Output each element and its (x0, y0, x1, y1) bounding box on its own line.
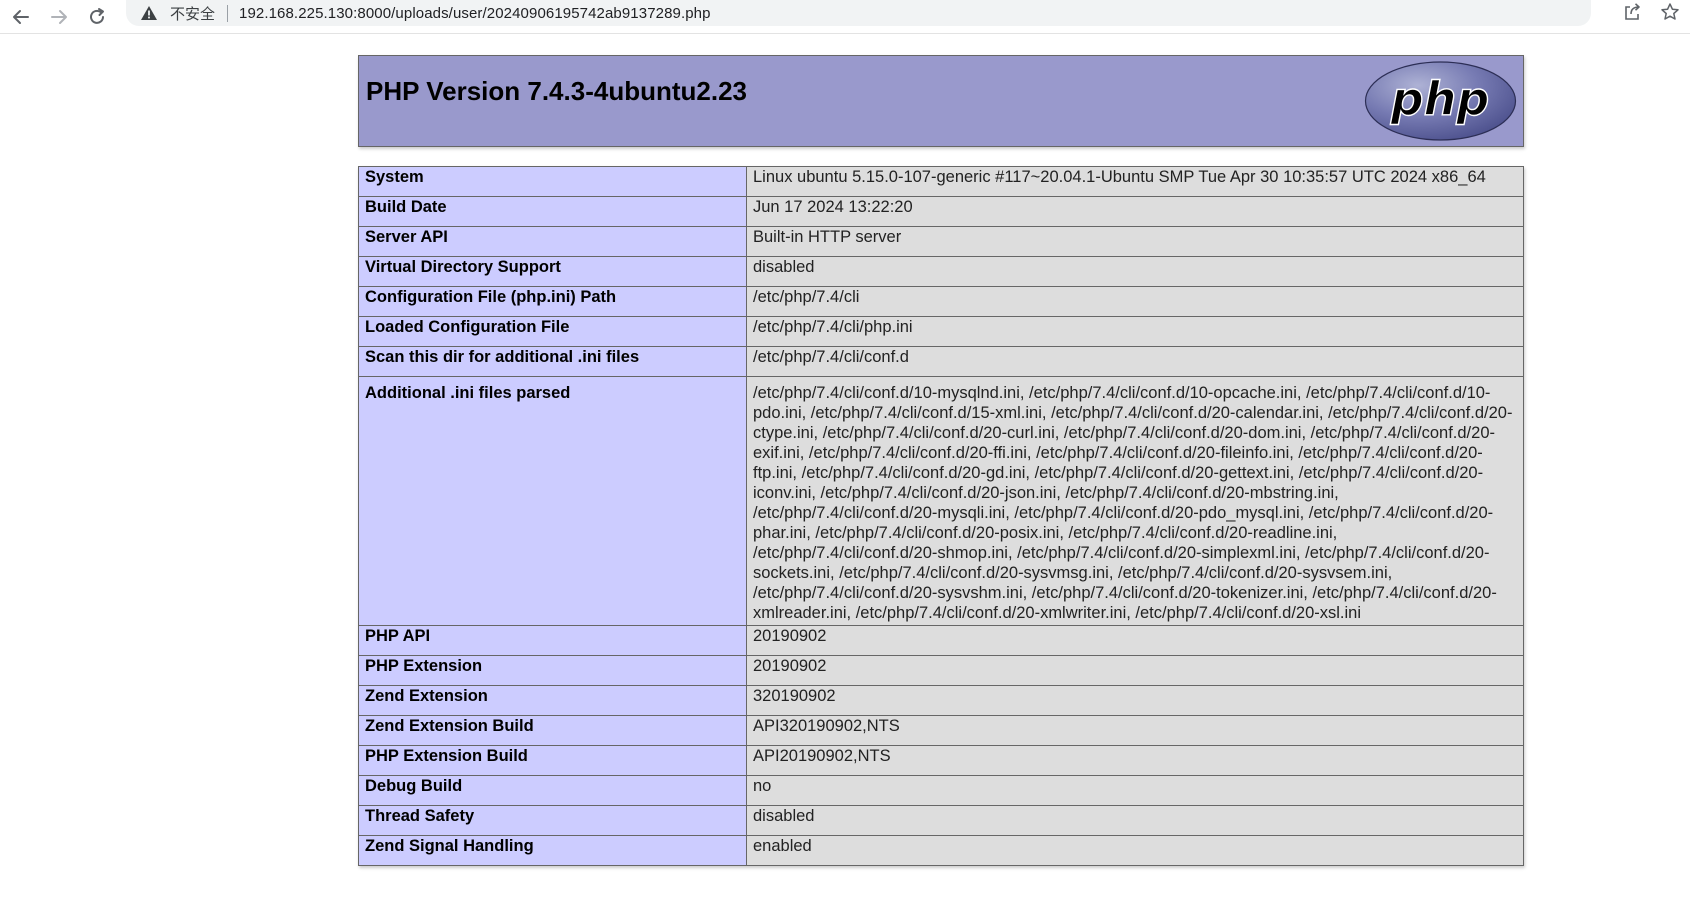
info-key: System (358, 166, 747, 197)
info-row: PHP API 20190902 (358, 625, 1524, 656)
info-value: Built-in HTTP server (746, 226, 1524, 257)
info-key: Configuration File (php.ini) Path (358, 286, 747, 317)
info-key: Thread Safety (358, 805, 747, 836)
info-value: /etc/php/7.4/cli/conf.d/10-mysqlnd.ini, … (746, 376, 1524, 626)
info-value: disabled (746, 256, 1524, 287)
phpinfo-header: PHP Version 7.4.3-4ubuntu2.23 php (358, 55, 1524, 147)
phpinfo-container: PHP Version 7.4.3-4ubuntu2.23 php System… (358, 55, 1524, 866)
info-key: Zend Signal Handling (358, 835, 747, 866)
reload-icon (90, 7, 104, 24)
info-row: Debug Build no (358, 775, 1524, 806)
info-row: Zend Extension Build API320190902,NTS (358, 715, 1524, 746)
back-button[interactable] (8, 4, 34, 30)
toolbar-actions (1622, 2, 1680, 26)
back-arrow-icon (13, 9, 29, 24)
info-key: PHP Extension (358, 655, 747, 686)
info-row: Configuration File (php.ini) Path/etc/ph… (358, 286, 1524, 317)
share-icon[interactable] (1622, 2, 1642, 26)
info-key: Virtual Directory Support (358, 256, 747, 287)
php-logo-icon: php (1364, 61, 1517, 141)
info-value: no (746, 775, 1524, 806)
info-value: Jun 17 2024 13:22:20 (746, 196, 1524, 227)
info-value: /etc/php/7.4/cli/conf.d (746, 346, 1524, 377)
address-bar[interactable]: 不安全 192.168.225.130:8000/uploads/user/20… (126, 0, 1591, 26)
info-row: Loaded Configuration File/etc/php/7.4/cl… (358, 316, 1524, 347)
info-row: PHP Extension Build API20190902,NTS (358, 745, 1524, 776)
forward-button[interactable] (46, 4, 72, 30)
info-key: Zend Extension (358, 685, 747, 716)
info-row: Scan this dir for additional .ini files /… (358, 346, 1524, 377)
php-logo-link[interactable]: php (1364, 61, 1517, 145)
address-divider (227, 4, 229, 22)
info-value: 320190902 (746, 685, 1524, 716)
forward-arrow-icon (51, 9, 67, 24)
info-row: PHP Extension 20190902 (358, 655, 1524, 686)
info-value: Linux ubuntu 5.15.0-107-generic #117~20.… (746, 166, 1524, 197)
url-text[interactable]: 192.168.225.130:8000/uploads/user/202409… (239, 5, 711, 22)
info-value: API20190902,NTS (746, 745, 1524, 776)
info-key: Build Date (358, 196, 747, 227)
info-row: Zend Signal Handling enabled (358, 835, 1524, 866)
info-key: Scan this dir for additional .ini files (358, 346, 747, 377)
info-value: disabled (746, 805, 1524, 836)
info-key: PHP Extension Build (358, 745, 747, 776)
browser-toolbar: 不安全 192.168.225.130:8000/uploads/user/20… (0, 0, 1690, 34)
info-key: Zend Extension Build (358, 715, 747, 746)
info-key: Additional .ini files parsed (358, 376, 747, 626)
info-key: Server API (358, 226, 747, 257)
reload-button[interactable] (84, 4, 110, 30)
info-key: Debug Build (358, 775, 747, 806)
info-key: Loaded Configuration File (358, 316, 747, 347)
info-value: /etc/php/7.4/cli/php.ini (746, 316, 1524, 347)
insecure-label[interactable]: 不安全 (170, 3, 215, 24)
info-value: /etc/php/7.4/cli (746, 286, 1524, 317)
info-value: 20190902 (746, 655, 1524, 686)
warning-icon[interactable] (140, 5, 158, 21)
info-row: Server API Built-in HTTP server (358, 226, 1524, 257)
info-table: System Linux ubuntu 5.15.0-107-generic #1… (358, 166, 1524, 866)
page-title: PHP Version 7.4.3-4ubuntu2.23 (366, 76, 747, 106)
info-row: Additional .ini files parsed/etc/php/7.4… (358, 376, 1524, 626)
info-value: 20190902 (746, 625, 1524, 656)
info-row: Thread Safety disabled (358, 805, 1524, 836)
info-row: Zend Extension 320190902 (358, 685, 1524, 716)
svg-text:php: php (1390, 72, 1490, 126)
info-value: API320190902,NTS (746, 715, 1524, 746)
info-row: Build Date Jun 17 2024 13:22:20 (358, 196, 1524, 227)
info-value: enabled (746, 835, 1524, 866)
info-row: Virtual Directory Support disabled (358, 256, 1524, 287)
info-key: PHP API (358, 625, 747, 656)
bookmark-star-icon[interactable] (1660, 2, 1680, 26)
info-row: System Linux ubuntu 5.15.0-107-generic #1… (358, 166, 1524, 197)
